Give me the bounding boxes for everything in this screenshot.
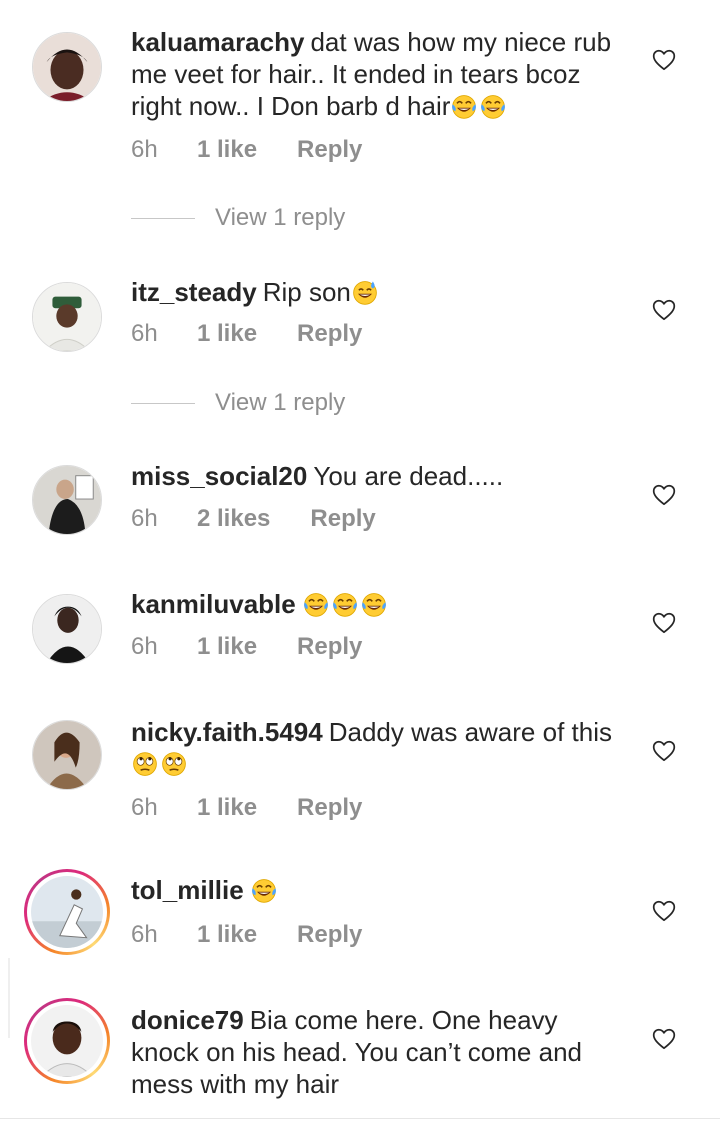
- avatar[interactable]: [32, 720, 102, 790]
- reply-button[interactable]: Reply: [297, 320, 362, 348]
- avatar[interactable]: [32, 465, 102, 535]
- comment-text: donice79 Bia come here. One heavy knock o…: [131, 1004, 631, 1100]
- comment-time: 6h: [131, 794, 158, 821]
- heart-outline-icon[interactable]: [651, 482, 677, 508]
- face-with-tears-of-joy-emoji: [360, 590, 388, 618]
- avatar[interactable]: [32, 282, 102, 352]
- comment-text: kanmiluvable: [131, 588, 631, 620]
- comment-time: 6h: [131, 136, 158, 163]
- comment-text: tol_millie: [131, 874, 631, 906]
- comment-meta: 6h 1 like Reply: [131, 320, 362, 348]
- comment-body: You are dead.....: [313, 461, 504, 491]
- comment-username[interactable]: itz_steady: [131, 277, 257, 307]
- comment-meta: 6h 1 like Reply: [131, 794, 362, 822]
- avatar[interactable]: [32, 32, 102, 102]
- comment-body: Daddy was aware of this: [328, 717, 612, 747]
- comment-username[interactable]: tol_millie: [131, 875, 244, 905]
- reply-button[interactable]: Reply: [297, 794, 362, 822]
- heart-outline-icon[interactable]: [651, 610, 677, 636]
- comment-time: 6h: [131, 505, 158, 532]
- comment-time: 6h: [131, 320, 158, 347]
- likes-count[interactable]: 1 like: [197, 320, 257, 348]
- comment-text: itz_steady Rip son: [131, 276, 631, 308]
- reply-button[interactable]: Reply: [310, 505, 375, 533]
- avatar-story-ring[interactable]: [24, 998, 110, 1084]
- face-with-tears-of-joy-emoji: [302, 590, 330, 618]
- face-with-rolling-eyes-emoji: [160, 750, 188, 778]
- face-with-tears-of-joy-emoji: [479, 92, 507, 120]
- likes-count[interactable]: 1 like: [197, 633, 257, 661]
- divider: [131, 217, 195, 219]
- face-with-rolling-eyes-emoji: [131, 750, 159, 778]
- comment-meta: 6h 1 like Reply: [131, 921, 362, 949]
- divider: [0, 1118, 720, 1119]
- reply-button[interactable]: Reply: [297, 136, 362, 164]
- view-replies-link[interactable]: View 1 reply: [131, 203, 345, 233]
- heart-outline-icon[interactable]: [651, 738, 677, 764]
- face-with-tears-of-joy-emoji: [450, 92, 478, 120]
- likes-count[interactable]: 1 like: [197, 794, 257, 822]
- reply-button[interactable]: Reply: [297, 921, 362, 949]
- grinning-face-with-sweat-emoji: [351, 278, 379, 306]
- comment-body: Rip son: [262, 277, 351, 307]
- comment-meta: 6h 1 like Reply: [131, 136, 362, 164]
- avatar[interactable]: [32, 594, 102, 664]
- comment-username[interactable]: donice79: [131, 1005, 244, 1035]
- likes-count[interactable]: 1 like: [197, 136, 257, 164]
- comment-username[interactable]: kaluamarachy: [131, 27, 304, 57]
- view-replies-label: View 1 reply: [215, 204, 346, 231]
- avatar: [27, 872, 107, 952]
- heart-outline-icon[interactable]: [651, 47, 677, 73]
- heart-outline-icon[interactable]: [651, 1026, 677, 1052]
- heart-outline-icon[interactable]: [651, 297, 677, 323]
- heart-outline-icon[interactable]: [651, 898, 677, 924]
- comment-username[interactable]: kanmiluvable: [131, 589, 296, 619]
- avatar: [27, 1001, 107, 1081]
- reply-button[interactable]: Reply: [297, 633, 362, 661]
- comment-time: 6h: [131, 921, 158, 948]
- comment-text: miss_social20 You are dead.....: [131, 460, 631, 492]
- face-with-tears-of-joy-emoji: [331, 590, 359, 618]
- comment-text: kaluamarachy dat was how my niece rub me …: [131, 26, 631, 122]
- view-replies-label: View 1 reply: [215, 389, 346, 416]
- comment-meta: 6h 2 likes Reply: [131, 505, 376, 533]
- comment-time: 6h: [131, 633, 158, 660]
- scroll-edge: [8, 958, 10, 1038]
- view-replies-link[interactable]: View 1 reply: [131, 388, 345, 418]
- likes-count[interactable]: 2 likes: [197, 505, 270, 533]
- comment-meta: 6h 1 like Reply: [131, 633, 362, 661]
- face-with-tears-of-joy-emoji: [250, 876, 278, 904]
- comment-username[interactable]: miss_social20: [131, 461, 307, 491]
- divider: [131, 402, 195, 404]
- likes-count[interactable]: 1 like: [197, 921, 257, 949]
- comment-username[interactable]: nicky.faith.5494: [131, 717, 323, 747]
- avatar-story-ring[interactable]: [24, 869, 110, 955]
- comment-text: nicky.faith.5494 Daddy was aware of this: [131, 716, 631, 780]
